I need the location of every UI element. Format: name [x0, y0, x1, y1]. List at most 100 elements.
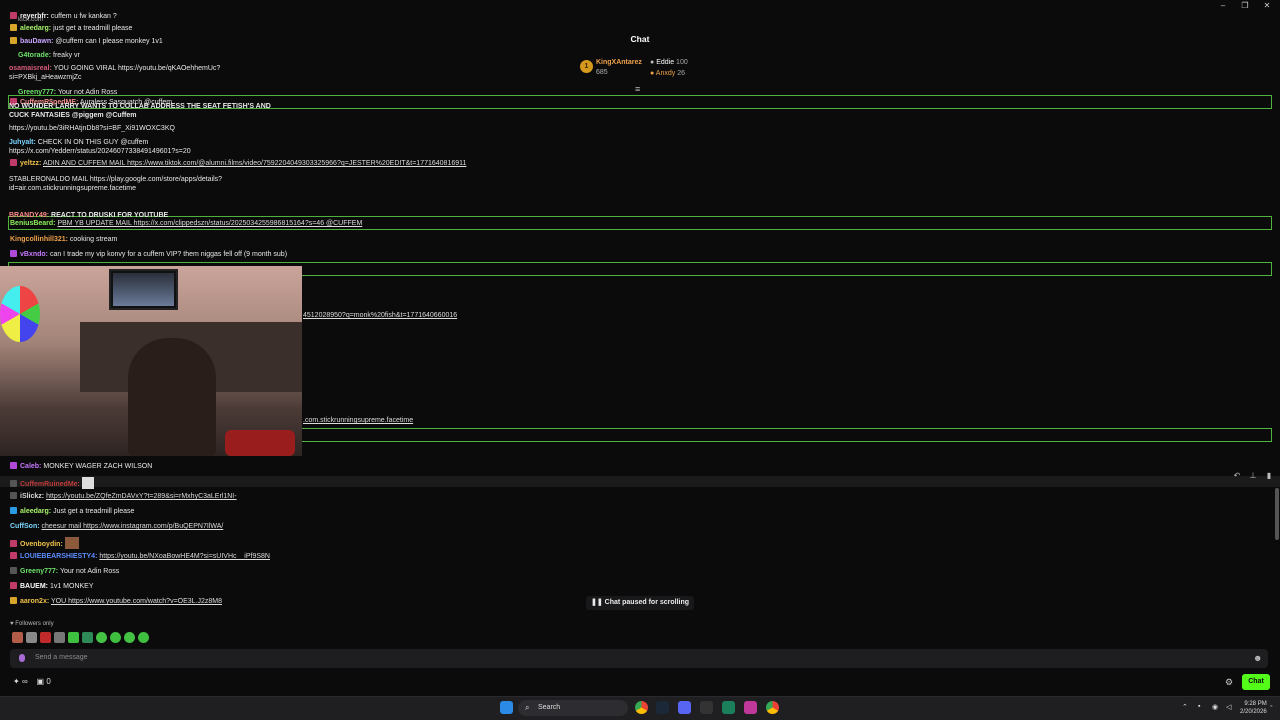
microphone-icon[interactable] [19, 654, 25, 662]
filter-icon[interactable]: ≡ [635, 84, 640, 94]
undo-icon[interactable]: ↶ [1230, 471, 1244, 483]
chat-message[interactable]: iSlickz: https://youtu.be/ZQfeZmDAVxY?t=… [10, 492, 237, 501]
chat-message[interactable]: Ovenboydin: [10, 537, 79, 549]
chat-divider [0, 476, 1280, 487]
minimize-icon[interactable]: – [1212, 0, 1234, 12]
taskbar-search-label: Search [538, 704, 561, 711]
chat-message[interactable]: BeniusBeard: PBM YB UPDATE MAIL https://… [10, 219, 362, 228]
chat-message: https://youtu.be/3iRHAtjnDb8?si=BF_Xi91W… [9, 125, 175, 132]
emoji-icon[interactable]: ☻ [1253, 653, 1262, 663]
app-icon[interactable] [744, 701, 757, 714]
chat-message[interactable]: Greeny777: Your not Adin Ross [18, 88, 117, 97]
trash-icon[interactable]: ▮ [1262, 471, 1276, 483]
emote-icon[interactable] [82, 632, 93, 643]
chat-message[interactable]: G4torade: freaky vr [18, 51, 80, 60]
gift-icon: ▣ [36, 677, 45, 686]
chat-message[interactable]: Juhyalt: CHECK IN ON THIS GUY @cuffem ht… [9, 138, 259, 156]
chat-message[interactable]: Caleb: MONKEY WAGER ZACH WILSON [10, 462, 152, 471]
volume-icon[interactable]: ◁ [1226, 703, 1231, 711]
webcam-streamer [128, 338, 216, 456]
chat-message[interactable]: osamaisreal: YOU GOING VIRAL https://you… [9, 64, 269, 82]
message-input[interactable] [10, 649, 1268, 668]
badge-icon [10, 540, 17, 547]
chat-message[interactable]: BAUEM: 1v1 MONKEY [10, 582, 94, 591]
emote-icon[interactable] [96, 632, 107, 643]
badge-icon [10, 12, 17, 19]
emote [81, 477, 94, 489]
steam-icon[interactable] [656, 701, 669, 714]
search-icon: ⌕ [525, 703, 530, 712]
badge-icon: ● [650, 59, 655, 66]
chat-message-link[interactable]: 4512028950?q=monk%20fish&t=1771640660016 [303, 311, 457, 320]
webcam-tv-screen [113, 273, 174, 306]
tray-app-icon[interactable]: ▪ [1198, 703, 1200, 710]
chat-message[interactable]: yeltzz: ADIN AND CUFFEM MAIL https://www… [10, 159, 466, 168]
badge-icon [10, 507, 17, 514]
chrome-icon[interactable] [766, 701, 779, 714]
chrome-icon[interactable] [635, 701, 648, 714]
chat-message[interactable]: CuffSon: cheesur mail https://www.instag… [10, 522, 223, 531]
badge-icon [10, 250, 17, 257]
top-gifter-name[interactable]: KingXAntarez [596, 59, 642, 66]
followers-only-label: ♥ Followers only [10, 621, 54, 627]
gifter-count: 100 [676, 59, 688, 66]
send-chat-button[interactable]: Chat [1242, 674, 1270, 690]
windows-start-icon[interactable] [500, 701, 513, 714]
badge-icon [10, 480, 17, 487]
badge-icon [10, 492, 17, 499]
discord-icon[interactable] [678, 701, 691, 714]
app-icon[interactable] [722, 701, 735, 714]
emote-icon[interactable] [40, 632, 51, 643]
chat-message-link[interactable]: .com.stickrunningsupreme.facetime [303, 416, 413, 425]
badge-icon [10, 597, 17, 604]
chat-message[interactable]: aaron2x: YOU https://www.youtube.com/wat… [10, 597, 222, 606]
gifter-row[interactable]: ● Anxdy 26 [650, 70, 685, 77]
tray-chevron-icon[interactable]: ⌃ [1182, 703, 1188, 711]
webcam-pillow [225, 430, 295, 456]
gifter-name: Eddie [656, 59, 675, 66]
emote-icon[interactable] [54, 632, 65, 643]
chat-paused-button[interactable]: ❚❚ Chat paused for scrolling [586, 596, 694, 610]
chat-message[interactable]: reyerbfr: cuffem u fw kankan ? [10, 12, 117, 21]
badge-icon: ● [650, 70, 655, 77]
badge-icon [10, 552, 17, 559]
emote-icon[interactable] [138, 632, 149, 643]
badge-icon [10, 462, 17, 469]
emote-icon[interactable] [12, 632, 23, 643]
chat-message[interactable]: bauDawn: @cuffem can I please monkey 1v1 [10, 37, 163, 46]
chat-message[interactable]: LOUIEBEARSHIESTY4: https://youtu.be/NXoa… [10, 552, 270, 561]
window-titlebar [0, 0, 1280, 12]
notification-icon[interactable]: ◦ [1270, 703, 1272, 710]
badge-icon [10, 582, 17, 589]
gifter-row[interactable]: ● Eddie 100 [650, 59, 688, 66]
chat-message[interactable]: aleedarg: just get a treadmill please [10, 24, 132, 33]
app-icon[interactable] [700, 701, 713, 714]
close-icon[interactable]: ✕ [1256, 0, 1278, 12]
message-placeholder: Send a message [35, 654, 88, 661]
gifter-count: 26 [677, 70, 686, 77]
badge-icon [10, 567, 17, 574]
chat-message[interactable]: Kingcollinhill321: cooking stream [10, 235, 117, 244]
chat-message[interactable]: Greeny777: Your not Adin Ross [10, 567, 119, 576]
webcam-prize-wheel [0, 286, 40, 342]
badge-icon [10, 24, 17, 31]
chat-message[interactable]: aleedarg: Just get a treadmill please [10, 507, 134, 516]
badge-icon [10, 37, 17, 44]
taskbar-clock[interactable]: 9:28 PM 2/20/2026 [1240, 700, 1267, 716]
top-gifter-medal-icon: 1 [580, 60, 593, 73]
chat-message[interactable]: CuffemRuinedMe: [10, 477, 94, 489]
chat-message[interactable]: vBxndo: can I trade my vip konvy for a c… [10, 250, 287, 259]
emote-icon[interactable] [68, 632, 79, 643]
emote [64, 537, 79, 549]
emote-icon[interactable] [26, 632, 37, 643]
emote-icon[interactable] [124, 632, 135, 643]
taskbar-search-box[interactable] [518, 700, 628, 716]
chat-message: NO WONDER LARRY WANTS TO COLLAB ADDRESS … [9, 103, 271, 119]
emote-icon[interactable] [110, 632, 121, 643]
chat-scrollbar[interactable] [1275, 488, 1279, 540]
settings-gear-icon[interactable]: ⚙ [1225, 677, 1233, 688]
pin-icon[interactable]: ⊥ [1246, 471, 1260, 483]
restore-icon[interactable]: ❐ [1234, 0, 1256, 12]
wifi-icon[interactable]: ◉ [1212, 703, 1218, 711]
composer-stats[interactable]: ✦ ∞ ▣ 0 [13, 677, 51, 686]
